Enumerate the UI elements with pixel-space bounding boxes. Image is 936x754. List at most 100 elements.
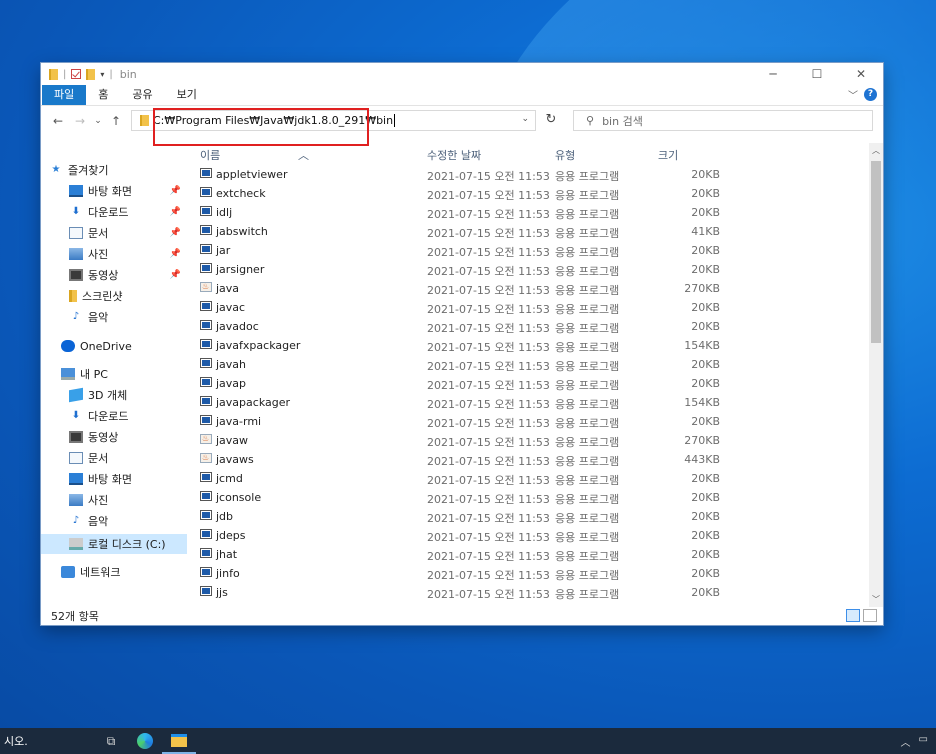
file-row[interactable]: javaw 2021-07-15 오전 11:53 응용 프로그램 270KB bbox=[188, 431, 869, 450]
tab-view[interactable]: 보기 bbox=[165, 85, 209, 105]
file-type: 응용 프로그램 bbox=[555, 531, 620, 544]
file-row[interactable]: java 2021-07-15 오전 11:53 응용 프로그램 270KB bbox=[188, 279, 869, 298]
file-date-modified: 2021-07-15 오전 11:53 bbox=[427, 360, 550, 373]
sidebar-item-downloads[interactable]: ⬇ 다운로드 📌 bbox=[69, 202, 187, 222]
back-arrow-icon[interactable]: ← bbox=[47, 114, 69, 128]
sidebar-item-pc-documents[interactable]: 문서 bbox=[69, 448, 187, 468]
input-indicator-icon[interactable]: ▭ bbox=[919, 734, 928, 749]
file-date-modified: 2021-07-15 오전 11:53 bbox=[427, 512, 550, 525]
sidebar-item-network[interactable]: 네트워크 bbox=[61, 562, 187, 582]
minimize-button[interactable]: ─ bbox=[751, 63, 795, 85]
address-history-chevron-icon[interactable]: ⌄ bbox=[521, 114, 529, 124]
sidebar-item-pc-downloads[interactable]: ⬇ 다운로드 bbox=[69, 406, 187, 426]
help-icon[interactable]: ? bbox=[864, 88, 877, 101]
title-bar[interactable]: | ▾ | bin ─ ☐ ✕ bbox=[41, 63, 883, 85]
sidebar-item-pc-desktop[interactable]: 바탕 화면 bbox=[69, 469, 187, 489]
file-name: jconsole bbox=[216, 491, 262, 504]
status-bar: 52개 항목 bbox=[41, 607, 883, 625]
file-row[interactable]: javadoc 2021-07-15 오전 11:53 응용 프로그램 20KB bbox=[188, 317, 869, 336]
tab-share[interactable]: 공유 bbox=[120, 85, 164, 105]
file-row[interactable]: jjs 2021-07-15 오전 11:53 응용 프로그램 20KB bbox=[188, 583, 869, 602]
sidebar-item-quick-access[interactable]: ★ 즐겨찾기 bbox=[49, 160, 195, 180]
expand-ribbon-chevron-icon[interactable]: ﹀ bbox=[848, 87, 858, 102]
file-row[interactable]: javapackager 2021-07-15 오전 11:53 응용 프로그램 15… bbox=[188, 393, 869, 412]
sidebar-item-pc-videos[interactable]: 동영상 bbox=[69, 427, 187, 447]
file-row[interactable]: jhat 2021-07-15 오전 11:53 응용 프로그램 20KB bbox=[188, 545, 869, 564]
file-name: idlj bbox=[216, 206, 233, 219]
file-explorer-taskbar-button[interactable] bbox=[162, 728, 196, 754]
sidebar-item-videos[interactable]: 동영상 📌 bbox=[69, 265, 187, 285]
forward-arrow-icon[interactable]: → bbox=[69, 114, 91, 128]
search-box[interactable]: ⚲ bin 검색 bbox=[573, 110, 873, 131]
sidebar-item-pc-music[interactable]: ♪ 음악 bbox=[69, 511, 187, 531]
sidebar-item-pictures[interactable]: 사진 📌 bbox=[69, 244, 187, 264]
tab-home[interactable]: 홈 bbox=[86, 85, 120, 105]
new-folder-icon[interactable] bbox=[86, 68, 96, 80]
file-name: jdb bbox=[216, 510, 234, 523]
refresh-icon[interactable]: ↻ bbox=[541, 112, 561, 127]
properties-icon[interactable] bbox=[71, 69, 82, 79]
file-row[interactable]: jarsigner 2021-07-15 오전 11:53 응용 프로그램 20KB bbox=[188, 260, 869, 279]
file-row[interactable]: jdeps 2021-07-15 오전 11:53 응용 프로그램 20KB bbox=[188, 526, 869, 545]
file-row[interactable]: jdb 2021-07-15 오전 11:53 응용 프로그램 20KB bbox=[188, 507, 869, 526]
details-view-icon[interactable] bbox=[846, 609, 860, 622]
file-row[interactable]: jabswitch 2021-07-15 오전 11:53 응용 프로그램 41KB bbox=[188, 222, 869, 241]
file-name: extcheck bbox=[216, 187, 266, 200]
file-row[interactable]: jinfo 2021-07-15 오전 11:53 응용 프로그램 20KB bbox=[188, 564, 869, 583]
exe-icon bbox=[200, 187, 212, 197]
sidebar-item-onedrive[interactable]: OneDrive bbox=[61, 336, 187, 356]
scroll-down-arrow-icon[interactable]: ﹀ bbox=[869, 594, 883, 605]
file-row[interactable]: appletviewer 2021-07-15 오전 11:53 응용 프로그램 20… bbox=[188, 165, 869, 184]
sidebar-item-music[interactable]: ♪ 음악 bbox=[69, 307, 187, 327]
column-date-modified[interactable]: 수정한 날짜 bbox=[427, 147, 481, 163]
file-name: javapackager bbox=[216, 396, 291, 409]
close-button[interactable]: ✕ bbox=[839, 63, 883, 85]
sidebar-item-pc-pictures[interactable]: 사진 bbox=[69, 490, 187, 510]
show-hidden-icons-chevron-icon[interactable]: ︿ bbox=[901, 734, 911, 749]
column-name[interactable]: 이름 bbox=[200, 147, 220, 163]
sidebar-item-desktop[interactable]: 바탕 화면 📌 bbox=[69, 181, 187, 201]
file-type: 응용 프로그램 bbox=[555, 493, 620, 506]
sidebar-item-this-pc[interactable]: 내 PC bbox=[61, 364, 187, 384]
pin-icon[interactable]: 📌 bbox=[170, 249, 181, 259]
file-row[interactable]: jar 2021-07-15 오전 11:53 응용 프로그램 20KB bbox=[188, 241, 869, 260]
file-date-modified: 2021-07-15 오전 11:53 bbox=[427, 227, 550, 240]
file-row[interactable]: javac 2021-07-15 오전 11:53 응용 프로그램 20KB bbox=[188, 298, 869, 317]
file-type: 응용 프로그램 bbox=[555, 322, 620, 335]
scroll-up-arrow-icon[interactable]: ︿ bbox=[869, 145, 883, 156]
file-name: jinfo bbox=[216, 567, 240, 580]
file-row[interactable]: java-rmi 2021-07-15 오전 11:53 응용 프로그램 20KB bbox=[188, 412, 869, 431]
customize-toolbar-chevron-icon[interactable]: ▾ bbox=[100, 70, 104, 79]
column-size[interactable]: 크기 bbox=[658, 147, 678, 163]
vertical-scrollbar[interactable]: ︿ ﹀ bbox=[869, 143, 883, 607]
file-name: java-rmi bbox=[216, 415, 262, 428]
task-view-icon[interactable]: ⧉ bbox=[94, 728, 128, 754]
file-row[interactable]: jconsole 2021-07-15 오전 11:53 응용 프로그램 20KB bbox=[188, 488, 869, 507]
file-row[interactable]: idlj 2021-07-15 오전 11:53 응용 프로그램 20KB bbox=[188, 203, 869, 222]
file-row[interactable]: javah 2021-07-15 오전 11:53 응용 프로그램 20KB bbox=[188, 355, 869, 374]
sidebar-item-3d-objects[interactable]: 3D 개체 bbox=[69, 385, 187, 405]
pin-icon[interactable]: 📌 bbox=[170, 186, 181, 196]
file-row[interactable]: javaws 2021-07-15 오전 11:53 응용 프로그램 443KB bbox=[188, 450, 869, 469]
up-arrow-icon[interactable]: ↑ bbox=[105, 114, 127, 128]
pc-icon bbox=[61, 368, 75, 380]
column-type[interactable]: 유형 bbox=[555, 147, 575, 163]
large-icons-view-icon[interactable] bbox=[863, 609, 877, 622]
file-row[interactable]: extcheck 2021-07-15 오전 11:53 응용 프로그램 20KB bbox=[188, 184, 869, 203]
pin-icon[interactable]: 📌 bbox=[170, 270, 181, 280]
file-row[interactable]: javap 2021-07-15 오전 11:53 응용 프로그램 20KB bbox=[188, 374, 869, 393]
pin-icon[interactable]: 📌 bbox=[170, 207, 181, 217]
sidebar-item-local-disk[interactable]: 로컬 디스크 (C:) bbox=[41, 534, 187, 554]
sidebar-item-documents[interactable]: 문서 📌 bbox=[69, 223, 187, 243]
taskbar-search[interactable]: 시오. bbox=[4, 733, 94, 749]
file-size: 20KB bbox=[691, 472, 720, 485]
file-row[interactable]: javafxpackager 2021-07-15 오전 11:53 응용 프로그램… bbox=[188, 336, 869, 355]
scrollbar-thumb[interactable] bbox=[871, 161, 881, 343]
recent-locations-chevron-icon[interactable]: ⌄ bbox=[91, 116, 105, 126]
maximize-button[interactable]: ☐ bbox=[795, 63, 839, 85]
file-row[interactable]: jcmd 2021-07-15 오전 11:53 응용 프로그램 20KB bbox=[188, 469, 869, 488]
pin-icon[interactable]: 📌 bbox=[170, 228, 181, 238]
sidebar-item-screenshots[interactable]: 스크린샷 bbox=[69, 286, 187, 306]
edge-browser-button[interactable] bbox=[128, 728, 162, 754]
tab-file[interactable]: 파일 bbox=[42, 85, 87, 105]
